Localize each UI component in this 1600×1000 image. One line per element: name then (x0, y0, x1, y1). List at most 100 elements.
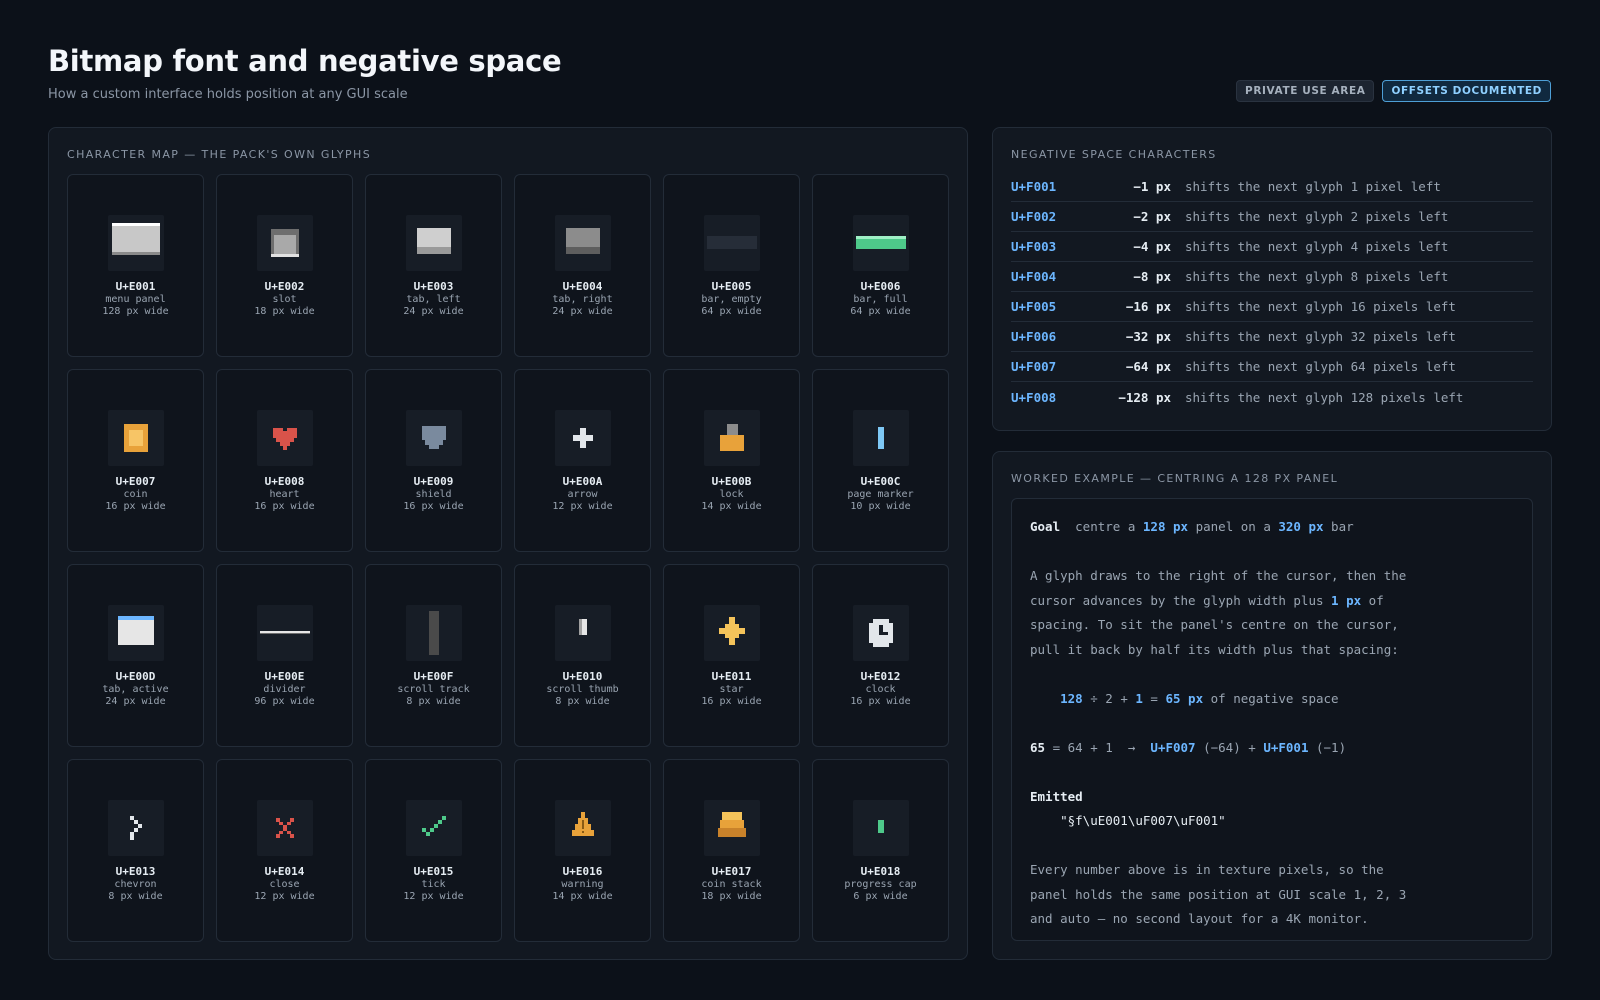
glyph-card: U+E018 progress cap 6 px wide (812, 759, 949, 942)
explanation-text: cursor advances by the glyph width plus (1030, 592, 1332, 608)
tab-active-icon (108, 605, 164, 661)
glyph-code: U+E014 (264, 865, 305, 878)
glyph-card: U+E013 chevron 8 px wide (67, 759, 204, 942)
codepoint: U+F001 (1263, 739, 1309, 755)
glyph-code: U+E009 (413, 475, 454, 488)
calc-result: 65 px (1165, 690, 1204, 706)
explanation-text: of (1361, 592, 1384, 608)
table-row: U+F006 −32 px shifts the next glyph 32 p… (1011, 322, 1533, 352)
glyph-code: U+E003 (413, 280, 454, 293)
description: shifts the next glyph 16 pixels left (1185, 299, 1456, 314)
glyph-name: scroll track (397, 684, 470, 695)
note-line: panel holds the same position at GUI sca… (1030, 886, 1407, 902)
glyph-card: U+E00F scroll track 8 px wide (365, 564, 502, 747)
glyph-name: bar, full (853, 294, 908, 305)
negative-space-panel: NEGATIVE SPACE CHARACTERS U+F001 −1 px s… (992, 127, 1552, 431)
progress-cap-icon (853, 800, 909, 856)
glyph-name: progress cap (844, 879, 917, 890)
decomposition-line: 65 = 64 + 1 → U+F007 (−64) + U+F001 (−1) (1030, 736, 1514, 761)
worked-example-code: Goal centre a 128 px panel on a 320 px b… (1011, 498, 1533, 941)
glyph-name: clock (865, 684, 896, 695)
codepoint: U+F007 (1011, 359, 1057, 374)
codepoint: U+F004 (1011, 269, 1057, 284)
glyph-code: U+E011 (711, 670, 752, 683)
glyph-code: U+E00B (711, 475, 752, 488)
table-row: U+F008 −128 px shifts the next glyph 128… (1011, 382, 1533, 412)
glyph-width: 64 px wide (850, 306, 911, 317)
character-map-heading: CHARACTER MAP — THE PACK'S OWN GLYPHS (67, 148, 372, 161)
glyph-code: U+E017 (711, 865, 752, 878)
glyph-name: star (719, 684, 744, 695)
explanation-line: spacing. To sit the panel's centre on th… (1030, 617, 1399, 632)
panel-width-value: 128 px (1142, 519, 1189, 534)
star-icon (704, 605, 760, 661)
glyph-code: U+E007 (115, 475, 156, 488)
glyph-card: U+E017 coin stack 18 px wide (663, 759, 800, 942)
bar-width-value: 320 px (1278, 519, 1324, 534)
emitted-label: Emitted (1030, 788, 1083, 804)
glyph-card: U+E00E divider 96 px wide (216, 564, 353, 747)
negative-space-table: U+F001 −1 px shifts the next glyph 1 pix… (1011, 172, 1533, 412)
glyph-name: heart (269, 489, 300, 500)
glyph-code: U+E008 (264, 475, 305, 488)
glyph-name: tab, right (552, 294, 613, 305)
codepoint: U+F001 (1011, 179, 1057, 194)
glyph-width: 16 px wide (105, 501, 166, 512)
goal-line: Goal centre a 128 px panel on a 320 px b… (1030, 515, 1514, 540)
glyph-name: page marker (847, 489, 914, 500)
glyph-code: U+E004 (562, 280, 603, 293)
glyph-name: scroll thumb (546, 684, 619, 695)
description: shifts the next glyph 4 pixels left (1185, 239, 1449, 254)
warning-icon (555, 800, 611, 856)
glyph-card: U+E006 bar, full 64 px wide (812, 174, 949, 357)
offset: −4 px (1133, 239, 1171, 254)
coin-icon (108, 410, 164, 466)
glyph-width: 12 px wide (254, 891, 315, 902)
glyph-code: U+E00F (413, 670, 454, 683)
glyph-grid: U+E001 menu panel 128 px wide U+E002 slo… (67, 174, 949, 942)
glyph-code: U+E016 (562, 865, 603, 878)
negative-space-heading: NEGATIVE SPACE CHARACTERS (1011, 148, 1217, 161)
calc-text: of negative space (1203, 690, 1339, 706)
glyph-name: tick (421, 879, 446, 890)
description: shifts the next glyph 32 pixels left (1185, 329, 1456, 344)
glyph-code: U+E006 (860, 280, 901, 293)
glyph-name: coin (123, 489, 148, 500)
bar-empty-icon (704, 215, 760, 271)
offsets-documented-badge: OFFSETS DOCUMENTED (1382, 80, 1551, 102)
eq-text: (−1) (1308, 739, 1347, 755)
coin-stack-icon (704, 800, 760, 856)
codepoint: U+F005 (1011, 299, 1057, 314)
glyph-name: menu panel (105, 294, 166, 305)
glyph-width: 14 px wide (701, 501, 762, 512)
heart-icon (257, 410, 313, 466)
glyph-card: U+E008 heart 16 px wide (216, 369, 353, 552)
glyph-width: 96 px wide (254, 696, 315, 707)
glyph-code: U+E00D (115, 670, 156, 683)
glyph-name: warning (561, 879, 604, 890)
page-title: Bitmap font and negative space (48, 44, 562, 78)
glyph-card: U+E002 slot 18 px wide (216, 174, 353, 357)
emitted-string: "§f\uE001\uF007\uF001" (1030, 813, 1226, 828)
spacing-value: 1 px (1331, 592, 1362, 608)
calc-spacing: 1 (1135, 690, 1143, 706)
offset: −1 px (1133, 179, 1171, 194)
glyph-name: tab, active (102, 684, 169, 695)
glyph-card: U+E00A arrow 12 px wide (514, 369, 651, 552)
eq-text: (−64) + (1195, 739, 1264, 755)
glyph-width: 64 px wide (701, 306, 762, 317)
table-row: U+F004 −8 px shifts the next glyph 8 pix… (1011, 262, 1533, 292)
offset: −64 px (1125, 359, 1171, 374)
glyph-code: U+E013 (115, 865, 156, 878)
glyph-code: U+E00C (860, 475, 901, 488)
close-icon (257, 800, 313, 856)
glyph-width: 8 px wide (555, 696, 610, 707)
glyph-card: U+E00C page marker 10 px wide (812, 369, 949, 552)
glyph-card: U+E004 tab, right 24 px wide (514, 174, 651, 357)
glyph-code: U+E005 (711, 280, 752, 293)
codepoint: U+F003 (1011, 239, 1057, 254)
glyph-width: 8 px wide (108, 891, 163, 902)
goal-text: panel on a (1188, 519, 1279, 534)
glyph-width: 14 px wide (552, 891, 613, 902)
glyph-width: 10 px wide (850, 501, 911, 512)
